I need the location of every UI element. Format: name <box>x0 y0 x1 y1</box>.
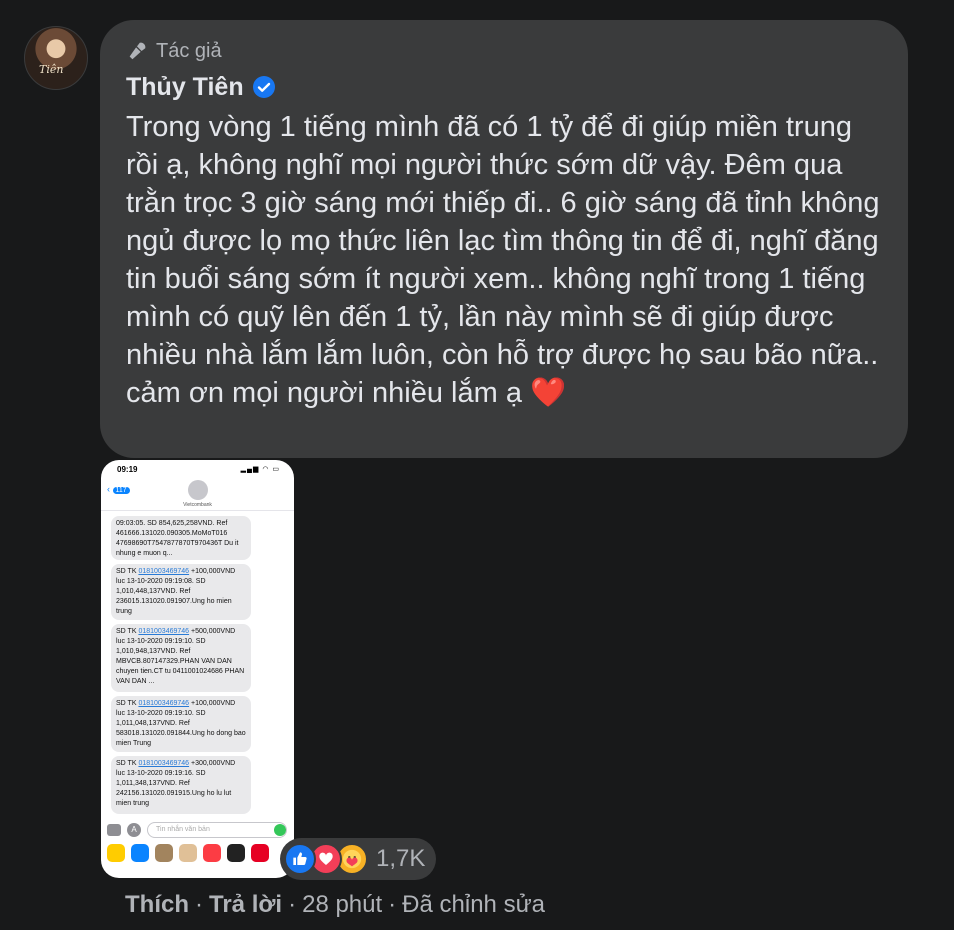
memoji-app-icon <box>155 844 173 862</box>
app-store-icon: A <box>127 823 141 837</box>
camera-icon <box>107 824 121 836</box>
music-app-icon <box>203 844 221 862</box>
sms-text: 09:03:05. SD 854,625,258VND. Ref 461666.… <box>116 520 239 557</box>
attached-screenshot[interactable]: 09:19 ▂▄▆ ◠ ▭ ‹ 117 Vietcombank 09:03:05… <box>101 460 294 878</box>
back-icon: ‹ 117 <box>107 484 130 494</box>
author-name[interactable]: Thủy Tiên <box>126 73 244 102</box>
author-tag-label: Tác giả <box>156 39 222 62</box>
imessage-app-drawer <box>107 844 288 862</box>
separator: · <box>195 891 203 918</box>
sms-message: SD TK 0181003469746 +500,000VND luc 13-1… <box>111 624 251 692</box>
sms-message: SD TK 0181003469746 +100,000VND luc 13-1… <box>111 564 251 620</box>
send-icon <box>274 824 286 836</box>
separator: · <box>388 891 397 918</box>
sms-message: 09:03:05. SD 854,625,258VND. Ref 461666.… <box>111 516 251 560</box>
contact-avatar-icon <box>188 480 208 500</box>
reaction-count: 1,7K <box>376 845 426 872</box>
sms-input-placeholder: Tin nhắn văn bản <box>156 826 210 833</box>
heart-app-icon <box>227 844 245 862</box>
comment-actions: Thích · Trả lời · 28 phút · Đã chỉnh sửa <box>125 891 545 919</box>
sms-prefix: SD TK <box>116 568 139 575</box>
pinterest-app-icon <box>251 844 269 862</box>
photos-app-icon <box>107 844 125 862</box>
reactions-summary[interactable]: 1,7K <box>280 838 436 880</box>
edited-label[interactable]: Đã chỉnh sửa <box>402 891 545 919</box>
sms-text: +100,000VND luc 13-10-2020 09:19:08. SD … <box>116 568 236 615</box>
sms-prefix: SD TK <box>116 700 139 707</box>
author-badge: Tác giả <box>126 38 882 64</box>
sms-composer: A Tin nhắn văn bản <box>107 822 288 838</box>
status-bar-icons: ▂▄▆ ◠ ▭ <box>240 466 280 473</box>
heart-emoji: ❤️ <box>530 377 567 409</box>
contact-name: Vietcombank <box>183 502 212 508</box>
comment-timestamp[interactable]: 28 phút <box>302 891 382 919</box>
sms-prefix: SD TK <box>116 628 139 635</box>
author-avatar[interactable]: Tiên <box>24 26 88 90</box>
sms-text: +300,000VND luc 13-10-2020 09:19:16. SD … <box>116 760 236 807</box>
sms-input: Tin nhắn văn bản <box>147 822 287 838</box>
sticker-app-icon <box>179 844 197 862</box>
sms-message: SD TK 0181003469746 +300,000VND luc 13-1… <box>111 756 251 814</box>
like-button[interactable]: Thích <box>125 891 189 919</box>
sms-text: +100,000VND luc 13-10-2020 09:19:10. SD … <box>116 700 246 747</box>
like-icon <box>284 843 316 875</box>
separator: · <box>288 891 297 918</box>
microphone-icon <box>129 42 146 60</box>
account-link: 0181003469746 <box>138 700 190 707</box>
phone-time: 09:19 <box>117 465 138 474</box>
account-link: 0181003469746 <box>138 628 190 635</box>
account-link: 0181003469746 <box>138 568 190 575</box>
comment-body: Trong vòng 1 tiếng mình đã có 1 tỷ để đi… <box>126 111 880 409</box>
sms-message: SD TK 0181003469746 +100,000VND luc 13-1… <box>111 696 251 752</box>
appstore-app-icon <box>131 844 149 862</box>
account-link: 0181003469746 <box>138 760 190 767</box>
reply-button[interactable]: Trả lời <box>209 891 282 919</box>
sms-prefix: SD TK <box>116 760 139 767</box>
header-divider <box>101 510 294 511</box>
comment-text: Trong vòng 1 tiếng mình đã có 1 tỷ để đi… <box>126 108 886 412</box>
avatar-signature: Tiên <box>39 63 64 76</box>
comment-bubble: Tác giả Thủy Tiên Trong vòng 1 tiếng mìn… <box>100 20 908 458</box>
back-count: 117 <box>112 487 130 494</box>
sms-text: +500,000VND luc 13-10-2020 09:19:10. SD … <box>116 628 245 685</box>
verified-badge-icon <box>252 76 275 98</box>
